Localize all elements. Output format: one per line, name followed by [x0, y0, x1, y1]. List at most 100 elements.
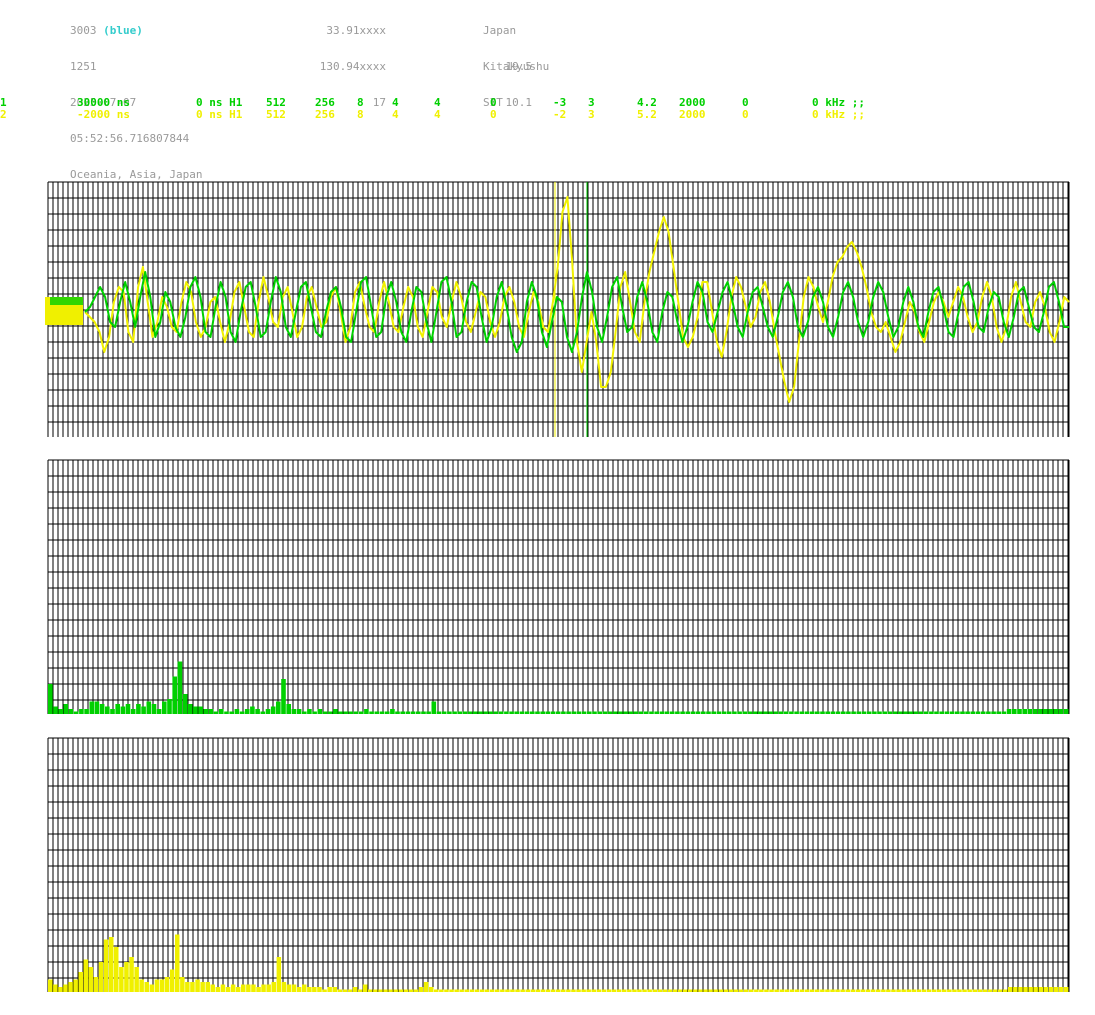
- spectrum-bar: [362, 984, 368, 992]
- spectrum-bar: [841, 711, 846, 714]
- spectrum-bar: [384, 711, 390, 714]
- spectrum-bar: [343, 711, 348, 714]
- spectrum-bar: [63, 984, 68, 992]
- spectrum-bar: [205, 982, 210, 992]
- spectrum-bar: [322, 989, 327, 992]
- spectrum-bar: [913, 711, 919, 714]
- spectrum-bar: [312, 711, 317, 714]
- spectrum-bar: [716, 711, 722, 714]
- spectrum-bar: [436, 711, 442, 714]
- spectrum-bar: [444, 989, 449, 992]
- spectrum-bar: [459, 989, 464, 992]
- spectrum-bar: [322, 711, 328, 714]
- spectrum-bar: [302, 711, 307, 714]
- spectrum-bar: [403, 989, 409, 992]
- spectrum-bar: [73, 979, 78, 992]
- spectrum-bar: [649, 711, 654, 714]
- spectrum-bar: [664, 711, 670, 714]
- spectrum-bar: [493, 711, 499, 714]
- pre-trigger-block-ch1: [50, 297, 83, 305]
- spectrum-bar: [124, 962, 129, 992]
- spectrum-bar: [713, 989, 718, 992]
- spectrum-bar: [241, 984, 246, 992]
- spectrum-bar: [738, 989, 744, 992]
- spectrum-bar: [677, 989, 683, 992]
- spectrum-bar: [530, 989, 536, 992]
- spectrum-bar: [474, 989, 480, 992]
- spectrum-bar: [1033, 987, 1038, 992]
- spectrum-bar: [413, 989, 419, 992]
- spectrum-bar: [58, 709, 63, 714]
- spectrum-bar: [244, 709, 250, 714]
- spectrum-bar: [555, 711, 561, 714]
- spectrum-bar: [779, 989, 784, 992]
- spectrum-bar: [987, 989, 993, 992]
- spectrum-bar: [373, 989, 378, 992]
- spectrum-bar: [286, 984, 292, 992]
- spectrum-bar: [156, 709, 162, 714]
- spectrum-bar: [581, 711, 587, 714]
- spectrum-bar: [79, 709, 84, 714]
- spectrum-bar: [576, 989, 581, 992]
- spectrum-bar: [478, 711, 483, 714]
- spectrum-bar: [164, 977, 170, 992]
- spectrum-bar: [483, 711, 488, 714]
- spectrum-bar: [957, 989, 962, 992]
- spectrum-bar: [592, 711, 597, 714]
- spectrum-bar: [281, 679, 286, 714]
- spectrum-bar: [99, 704, 105, 714]
- spectrum-bar: [721, 711, 727, 714]
- spectrum-bar: [488, 711, 494, 714]
- spectrum-bar: [652, 989, 657, 992]
- spectrum-bar: [936, 989, 942, 992]
- spectrum-bar: [611, 989, 617, 992]
- spectrum-bar: [742, 711, 748, 714]
- spectrum-2-grid: [47, 737, 1070, 992]
- spectrum-bar: [286, 704, 291, 714]
- spectrum-bar: [169, 969, 175, 992]
- spectrum-bar: [144, 982, 149, 992]
- spectrum-bar: [1037, 709, 1043, 714]
- spectrum-bar: [421, 711, 426, 714]
- spectrum-bar: [369, 711, 374, 714]
- spectrum-bar: [357, 989, 363, 992]
- spectrum-bar: [431, 701, 437, 714]
- spectrum-bar: [58, 987, 63, 992]
- spectrum-bar: [302, 984, 307, 992]
- spectrum-bar: [48, 979, 53, 992]
- spectrum-bar: [509, 711, 514, 714]
- spectrum-bar: [939, 711, 944, 714]
- spectrum-bar: [901, 989, 906, 992]
- spectrum-bar: [923, 711, 929, 714]
- spectrum-bar: [1008, 987, 1013, 992]
- spectrum-bar: [1032, 709, 1038, 714]
- spectrum-bar: [276, 957, 282, 992]
- spectrum-bar: [587, 711, 592, 714]
- spectrum-bar: [752, 711, 758, 714]
- spectrum-bar: [591, 989, 596, 992]
- spectrum-bar: [903, 711, 908, 714]
- spectrum-bar: [141, 706, 146, 714]
- spectrum-bar: [167, 699, 172, 714]
- spectrum-bar: [1048, 709, 1053, 714]
- spectrum-bar: [642, 989, 647, 992]
- spectrum-bar: [136, 704, 141, 714]
- spectrum-bar: [98, 962, 104, 992]
- spectrum-bar: [768, 711, 773, 714]
- spectrum-bar: [947, 989, 952, 992]
- spectrum-bar: [749, 989, 754, 992]
- spectrum-bar: [281, 982, 287, 992]
- spectrum-bar: [820, 711, 825, 714]
- spectrum-bar: [952, 989, 957, 992]
- spectrum-bar: [882, 711, 887, 714]
- spectrum-bar: [1017, 709, 1022, 714]
- spectrum-bar: [515, 989, 520, 992]
- spectrum-bar: [769, 989, 774, 992]
- spectrum-bar: [327, 711, 333, 714]
- spectrum-bar: [970, 711, 976, 714]
- spectrum-bar: [276, 701, 281, 714]
- spectrum-bar: [659, 711, 665, 714]
- spectrum-bar: [246, 984, 251, 992]
- spectrum-bar: [159, 979, 165, 992]
- spectrum-bar: [789, 989, 795, 992]
